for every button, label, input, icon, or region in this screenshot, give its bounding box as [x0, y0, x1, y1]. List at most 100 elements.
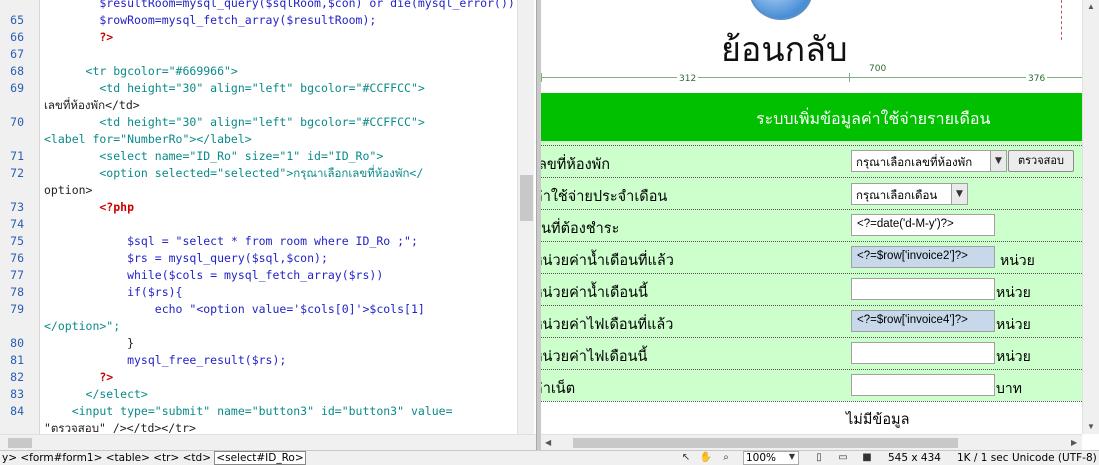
code-line[interactable]: $rowRoom=mysql_fetch_array($resultRoom); [44, 12, 376, 29]
line-number: 71 [10, 149, 24, 163]
electric-this-month-label: หน่วยค่าไฟเดือนนี้ [541, 349, 648, 365]
scroll-down-arrow-icon[interactable]: ▼ [1087, 422, 1095, 431]
water-last-month-input[interactable]: <?=$row['invoice2']?> [851, 246, 995, 268]
code-line[interactable]: <select name="ID_Ro" size="1" id="ID_Ro"… [44, 148, 383, 165]
select-tool-icon[interactable]: ↖ [679, 452, 693, 464]
form-row-electric-last-month: หน่วยค่าไฟเดือนที่แล้ว <?=$row['invoice4… [541, 305, 1086, 337]
tablet-size-icon[interactable]: ▭ [836, 452, 850, 464]
tag-path-text[interactable]: y> <form#form1> <table> <tr> <td> [2, 452, 211, 464]
code-line[interactable]: <td height="30" align="left" bgcolor="#C… [44, 114, 424, 131]
code-line[interactable]: </select> [44, 386, 148, 403]
expense-form-table: ระบบเพิ่มข้อมูลค่าใช้จ่ายรายเดือน เลขที่… [541, 93, 1086, 435]
design-horizontal-scroll-thumb[interactable] [573, 438, 958, 448]
code-line[interactable]: } [44, 335, 134, 352]
line-number: 78 [10, 285, 24, 299]
line-number: 82 [10, 370, 24, 384]
line-number: 66 [10, 30, 24, 44]
due-date-input[interactable]: <?=date('d-M-y')?> [851, 214, 995, 236]
code-line[interactable]: ?> [44, 29, 113, 46]
form-header: ระบบเพิ่มข้อมูลค่าใช้จ่ายรายเดือน [541, 93, 1086, 141]
code-view[interactable]: 65 66 67 68 69 70 71 72 73 74 75 76 77 78 79 80 81 82 83 84… [0, 0, 536, 450]
water-this-month-unit: หน่วย [996, 285, 1031, 301]
code-line[interactable]: </option>"; [44, 318, 120, 335]
code-line[interactable]: $resultRoom=mysql_query($sqlRoom,$con) o… [44, 0, 521, 12]
zoom-value: 100% [746, 452, 777, 464]
back-button-icon[interactable] [749, 0, 813, 20]
electric-last-month-label: หน่วยค่าไฟเดือนที่แล้ว [541, 317, 674, 333]
code-line[interactable]: <option selected="selected">กรุณาเลือกเล… [44, 165, 423, 182]
chevron-down-icon[interactable]: ▼ [786, 452, 798, 464]
form-row-electric-this-month: หน่วยค่าไฟเดือนนี้ หน่วย [541, 337, 1086, 369]
line-number: 79 [10, 302, 24, 316]
check-button[interactable]: ตรวจสอบ [1008, 150, 1074, 172]
page-boundary-guide [1061, 0, 1062, 40]
line-number: 73 [10, 200, 24, 214]
download-speed: 1K / 1 sec [957, 452, 1009, 464]
scroll-left-arrow-icon[interactable]: ◀ [545, 438, 551, 447]
line-number: 80 [10, 336, 24, 350]
ruler-left-width: 312 [677, 74, 699, 84]
code-line[interactable]: echo "<option value='$cols[0]'>$cols[1] [44, 301, 425, 318]
monthly-expense-label: ค่าใช้จ่ายประจำเดือน [541, 189, 668, 205]
due-date-label: วันที่ต้องชำระ [541, 221, 620, 237]
ruler-right-width: 376 [1026, 74, 1048, 84]
code-line[interactable]: <td height="30" align="left" bgcolor="#C… [44, 80, 424, 97]
code-line[interactable]: ?> [44, 369, 113, 386]
code-line[interactable]: <input type="submit" name="button3" id="… [44, 403, 453, 420]
design-horizontal-scrollbar[interactable]: ◀ ▶ [541, 434, 1082, 450]
form-row-water-this-month: หน่วยค่าน้ำเดือนนี้ หน่วย [541, 273, 1086, 305]
form-row-water-last-month: หน่วยค่าน้ำเดือนที่แล้ว <?=$row['invoice… [541, 241, 1086, 273]
room-number-select[interactable]: กรุณาเลือกเลขที่ห้องพัก ▼ [851, 150, 1007, 172]
no-data-text: ไม่มีข้อมูล [846, 412, 910, 428]
line-number: 75 [10, 234, 24, 248]
code-horizontal-scroll-thumb[interactable] [8, 438, 32, 448]
ruler-total-width: 700 [867, 64, 889, 74]
line-number: 83 [10, 387, 24, 401]
code-line[interactable]: while($cols = mysql_fetch_array($rs)) [44, 267, 383, 284]
tag-selector[interactable]: y> <form#form1> <table> <tr> <td> <selec… [2, 451, 306, 465]
mobile-size-icon[interactable]: ▯ [812, 452, 826, 464]
zoom-tool-icon[interactable]: ⌕ [719, 452, 733, 464]
table-width-ruler: 700 312 376 [541, 64, 1099, 88]
ruler-line-total [541, 77, 1086, 78]
code-line[interactable]: option> [44, 182, 92, 199]
code-line[interactable]: $rs = mysql_query($sql,$con); [44, 250, 328, 267]
chevron-down-icon[interactable]: ▼ [951, 184, 967, 204]
code-line[interactable]: <tr bgcolor="#669966"> [44, 63, 238, 80]
tag-path-current[interactable]: <select#ID_Ro> [214, 451, 306, 465]
internet-input[interactable] [851, 374, 995, 396]
hand-tool-icon[interactable]: ✋ [699, 452, 713, 464]
code-line[interactable]: if($rs){ [44, 284, 182, 301]
water-this-month-input[interactable] [851, 278, 995, 300]
electric-this-month-input[interactable] [851, 342, 995, 364]
month-select[interactable]: กรุณาเลือกเดือน ▼ [851, 183, 968, 205]
electric-this-month-unit: หน่วย [996, 349, 1031, 365]
scroll-up-arrow-icon[interactable]: ▲ [1087, 2, 1095, 11]
water-last-month-unit: หน่วย [1000, 253, 1035, 269]
form-row-monthly-expense: ค่าใช้จ่ายประจำเดือน กรุณาเลือกเดือน ▼ [541, 177, 1086, 209]
internet-label: ค่าเน็ต [541, 381, 576, 397]
ruler-tick [541, 73, 542, 82]
electric-last-month-input[interactable]: <?=$row['invoice4']?> [851, 310, 995, 332]
room-number-select-value: กรุณาเลือกเลขที่ห้องพัก [856, 155, 973, 169]
code-line[interactable]: mysql_free_result($rs); [44, 352, 286, 369]
code-horizontal-scrollbar[interactable] [0, 434, 536, 450]
line-number: 65 [10, 13, 24, 27]
desktop-size-icon[interactable]: ■ [860, 452, 874, 464]
design-view[interactable]: ย้อนกลับ 700 312 376 ระบบเพิ่มข้อมูลค่าใ… [541, 0, 1099, 450]
form-row-internet: ค่าเน็ต บาท [541, 369, 1086, 401]
form-title: ระบบเพิ่มข้อมูลค่าใช้จ่ายรายเดือน [756, 109, 991, 128]
form-row-due-date: วันที่ต้องชำระ <?=date('d-M-y')?> [541, 209, 1086, 241]
code-line[interactable]: <?php [44, 199, 134, 216]
window-dimensions[interactable]: 545 x 434 [888, 452, 941, 464]
code-vertical-scroll-thumb[interactable] [520, 175, 533, 221]
code-line[interactable]: $sql = "select * from room where ID_Ro ;… [44, 233, 418, 250]
scroll-right-arrow-icon[interactable]: ▶ [1071, 438, 1077, 447]
design-vertical-scrollbar[interactable]: ▲ ▼ [1082, 0, 1099, 434]
code-line[interactable]: เลขที่ห้องพัก</td> [44, 97, 140, 114]
code-line[interactable]: <label for="NumberRo"></label> [44, 131, 252, 148]
code-vertical-scrollbar[interactable] [517, 0, 534, 434]
chevron-down-icon[interactable]: ▼ [990, 151, 1006, 171]
status-bar: y> <form#form1> <table> <tr> <td> <selec… [0, 450, 1099, 465]
zoom-select[interactable]: 100% ▼ [743, 451, 799, 465]
